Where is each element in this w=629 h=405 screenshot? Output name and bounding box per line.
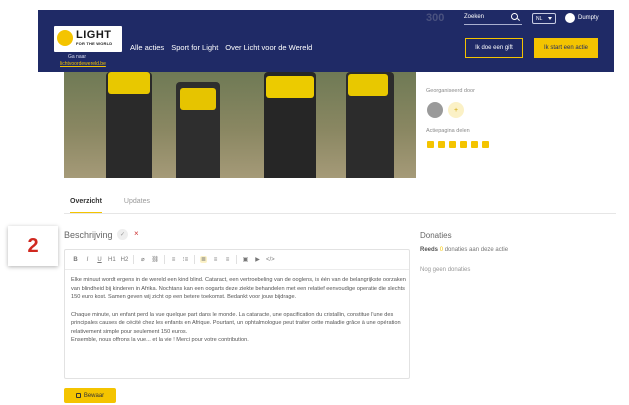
donations-prefix: Reeds <box>420 247 439 253</box>
align-left-icon[interactable]: ≣ <box>199 256 207 263</box>
heading1-button[interactable]: H1 <box>108 257 116 263</box>
donations-suffix: donaties aan deze actie <box>444 247 509 253</box>
search-icon[interactable] <box>511 13 518 20</box>
heading2-button[interactable]: H2 <box>121 257 129 263</box>
video-icon[interactable]: ▶ <box>254 256 261 263</box>
numbered-list-icon[interactable]: ⁝≡ <box>182 256 189 263</box>
search-input[interactable]: Zoeken <box>464 14 484 20</box>
shirt-2 <box>180 88 216 110</box>
bullet-list-icon[interactable]: ≡ <box>170 257 177 263</box>
paragraph-french-closing: Ensemble, nous offrons la vue... et la v… <box>71 337 249 343</box>
action-photo <box>64 72 416 178</box>
confirm-check-icon[interactable]: ✓ <box>117 229 128 240</box>
tabs-divider <box>64 213 616 214</box>
organized-by-label: Georganiseerd door <box>426 88 475 94</box>
italic-button[interactable]: I <box>84 257 91 263</box>
toolbar-separator <box>193 255 195 264</box>
add-organizer-icon[interactable]: + <box>448 102 464 118</box>
goto-link[interactable]: lichtvoordewereld.be <box>60 61 106 67</box>
facebook-icon[interactable] <box>427 141 434 148</box>
start-action-button[interactable]: Ik start een actie <box>534 38 598 58</box>
twitter-icon[interactable] <box>449 141 456 148</box>
mail-icon[interactable] <box>471 141 478 148</box>
language-select[interactable]: NL <box>532 13 556 24</box>
save-button[interactable]: Bewaar <box>64 388 116 403</box>
logo-subtitle: FOR THE WORLD <box>76 41 113 46</box>
site-header: 300 LIGHT FOR THE WORLD Ga naar lichtvoo… <box>38 10 614 72</box>
donations-count: 0 <box>439 247 444 253</box>
toolbar-separator <box>133 255 135 264</box>
save-label: Bewaar <box>83 392 105 399</box>
underline-button[interactable]: U <box>96 257 103 263</box>
image-icon[interactable]: ▣ <box>242 256 249 263</box>
whatsapp-icon[interactable] <box>438 141 445 148</box>
organizer-avatar[interactable] <box>427 102 443 118</box>
nav-sport-for-light[interactable]: Sport for Light <box>171 43 218 52</box>
paragraph-french-text: Chaque minute, un enfant perd la vue que… <box>71 311 401 335</box>
align-center-icon[interactable]: ≡ <box>212 257 219 263</box>
donations-title: Donaties <box>420 231 452 240</box>
toolbar-separator <box>163 255 165 264</box>
linkedin-icon[interactable] <box>460 141 467 148</box>
editor-toolbar: B I U H1 H2 ⌀ ⛓ ≡ ⁝≡ ≣ ≡ ≡ ▣ ▶ </> <box>65 250 409 270</box>
paragraph-dutch: Elke minuut wordt ergens in de wereld ee… <box>71 277 406 300</box>
align-right-icon[interactable]: ≡ <box>224 257 231 263</box>
logo-sun-icon <box>57 30 73 46</box>
nav-all-actions[interactable]: Alle acties <box>130 43 164 52</box>
goto-label: Ga naar <box>68 54 87 60</box>
share-icons <box>427 141 489 148</box>
logo-title: LIGHT <box>76 29 112 41</box>
step-badge: 2 <box>8 226 58 266</box>
donations-summary: Reeds 0 donaties aan deze actie <box>420 247 508 253</box>
tab-updates[interactable]: Updates <box>124 198 150 214</box>
gift-button[interactable]: Ik doe een gift <box>465 38 523 58</box>
main-nav: Alle acties Sport for Light Over Licht v… <box>130 43 312 52</box>
link-insert-icon[interactable]: ⛓ <box>151 256 159 263</box>
shirt-4 <box>348 74 388 96</box>
nav-about[interactable]: Over Licht voor de Wereld <box>225 43 312 52</box>
logo[interactable]: LIGHT FOR THE WORLD <box>54 26 122 52</box>
link-icon[interactable] <box>482 141 489 148</box>
shirt-1 <box>108 72 150 94</box>
user-name[interactable]: Dumpty <box>578 15 599 21</box>
save-icon <box>75 393 81 398</box>
editor-content[interactable]: Elke minuut wordt ergens in de wereld ee… <box>71 276 407 354</box>
language-value: NL <box>536 16 543 22</box>
description-editor[interactable]: B I U H1 H2 ⌀ ⛓ ≡ ⁝≡ ≣ ≡ ≡ ▣ ▶ </> Elke … <box>64 249 410 379</box>
toolbar-separator <box>236 255 237 264</box>
code-icon[interactable]: </> <box>266 257 275 263</box>
no-donations-text: Nog geen donaties <box>420 267 471 273</box>
tab-overview[interactable]: Overzicht <box>70 198 102 214</box>
faded-counter: 300 <box>426 12 445 24</box>
close-icon[interactable]: × <box>134 229 139 238</box>
search-underline <box>464 24 522 25</box>
description-title: Beschrijving <box>64 230 113 240</box>
user-avatar-icon[interactable] <box>565 13 575 23</box>
bold-button[interactable]: B <box>72 257 79 263</box>
chevron-down-icon <box>548 17 552 20</box>
share-label: Actiepagina delen <box>426 128 470 134</box>
tabs: Overzicht Updates <box>70 198 150 214</box>
shirt-3 <box>266 76 314 98</box>
paragraph-french: Chaque minute, un enfant perd la vue que… <box>71 311 407 345</box>
clear-format-icon[interactable]: ⌀ <box>139 256 146 263</box>
